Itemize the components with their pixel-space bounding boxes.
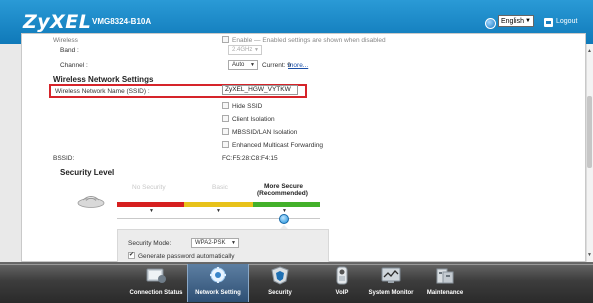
ssid-input[interactable]: ZyXEL_HGW_VYTKW: [222, 85, 298, 95]
chevron-down-icon: ▼: [254, 47, 259, 53]
ssid-label: Wireless Network Name (SSID) :: [55, 88, 150, 95]
dock-label: Network Setting: [195, 290, 241, 296]
hide-ssid-checkbox[interactable]: [222, 102, 229, 109]
zyxel-logo: ZyXEL: [23, 11, 92, 33]
band-select-value: 2.4GHz: [232, 47, 253, 53]
generate-password-label: Generate password automatically: [138, 253, 235, 260]
security-slider-track: [117, 218, 320, 219]
hide-ssid-label: Hide SSID: [232, 103, 263, 110]
scroll-up-icon[interactable]: ▲: [587, 48, 592, 54]
language-select-value: English: [501, 18, 524, 25]
dock-label: Security: [268, 290, 292, 296]
channel-label: Channel :: [60, 62, 88, 69]
security-mode-value: WPA2-PSK: [195, 240, 226, 246]
security-mode-label: Security Mode:: [128, 240, 172, 247]
dock-item-security[interactable]: Security: [249, 264, 311, 302]
chevron-down-icon: ▼: [231, 240, 236, 246]
wireless-enable-checkbox[interactable]: [222, 36, 229, 43]
level-no-security[interactable]: No Security: [132, 184, 166, 191]
connection-status-icon: [146, 268, 166, 283]
level-more-secure[interactable]: More Secure: [264, 183, 303, 190]
client-isolation-checkbox[interactable]: [222, 115, 229, 122]
security-bar-red: [117, 202, 184, 207]
security-level-heading: Security Level: [60, 168, 115, 177]
channel-select-value: Auto: [232, 62, 245, 68]
dock-item-maintenance[interactable]: Maintenance: [414, 264, 476, 302]
security-mode-select[interactable]: WPA2-PSK ▼: [191, 238, 239, 248]
wireless-network-settings-heading: Wireless Network Settings: [53, 75, 154, 84]
chevron-down-icon: ▼: [525, 18, 531, 24]
bssid-label: BSSID:: [53, 155, 75, 162]
voip-icon: [336, 266, 348, 285]
client-isolation-label: Client Isolation: [232, 116, 275, 123]
logout-icon[interactable]: [544, 18, 553, 27]
globe-icon: [485, 18, 496, 29]
bssid-value: FC:F5:28:C8:F4:15: [222, 155, 278, 162]
chevron-down-icon: ▼: [250, 62, 255, 68]
channel-more-link[interactable]: more...: [288, 62, 308, 69]
level-basic[interactable]: Basic: [212, 184, 228, 191]
band-label: Band :: [60, 47, 79, 54]
network-setting-icon: [210, 267, 226, 283]
current-channel: Current: 9: [262, 62, 291, 69]
system-monitor-icon: [381, 267, 401, 283]
level-marker-icon: ▼: [149, 208, 154, 214]
scrollbar-thumb[interactable]: [587, 96, 592, 168]
router-icon: [77, 196, 105, 208]
model-name: VMG8324-B10A: [92, 17, 152, 26]
multicast-forwarding-label: Enhanced Multicast Forwarding: [232, 142, 324, 149]
level-marker-icon: ▼: [216, 208, 221, 214]
band-select[interactable]: 2.4GHz ▼: [228, 45, 262, 55]
channel-select[interactable]: Auto ▼: [228, 60, 258, 70]
wireless-enable-text: Enable — Enabled settings are shown when…: [232, 37, 386, 44]
security-bar-green: [253, 202, 320, 207]
wireless-row-label: Wireless: [53, 37, 78, 44]
multicast-forwarding-checkbox[interactable]: [222, 141, 229, 148]
dock-item-connection-status[interactable]: Connection Status: [125, 264, 187, 302]
security-slider-knob[interactable]: [279, 214, 289, 224]
security-icon: [271, 266, 289, 285]
check-icon: ✔: [129, 252, 135, 258]
router-web-ui: ZyXEL VMG8324-B10A English ▼ Logout Wire…: [0, 0, 593, 303]
mbssid-isolation-label: MBSSID/LAN Isolation: [232, 129, 298, 136]
dock-label: Maintenance: [426, 290, 464, 296]
mbssid-isolation-checkbox[interactable]: [222, 128, 229, 135]
language-select[interactable]: English ▼: [498, 15, 534, 27]
maintenance-icon: [436, 268, 454, 284]
dock-item-network-setting[interactable]: Network Setting: [187, 264, 249, 302]
security-bar-yellow: [184, 202, 253, 207]
dock-item-system-monitor[interactable]: System Monitor: [360, 264, 422, 302]
generate-password-checkbox[interactable]: ✔: [128, 252, 135, 259]
scroll-down-icon[interactable]: ▼: [587, 252, 592, 258]
level-recommended: (Recommended): [257, 190, 308, 197]
dock-label: System Monitor: [368, 290, 414, 296]
dock-label: Connection Status: [129, 290, 183, 296]
logout-link[interactable]: Logout: [556, 18, 577, 25]
